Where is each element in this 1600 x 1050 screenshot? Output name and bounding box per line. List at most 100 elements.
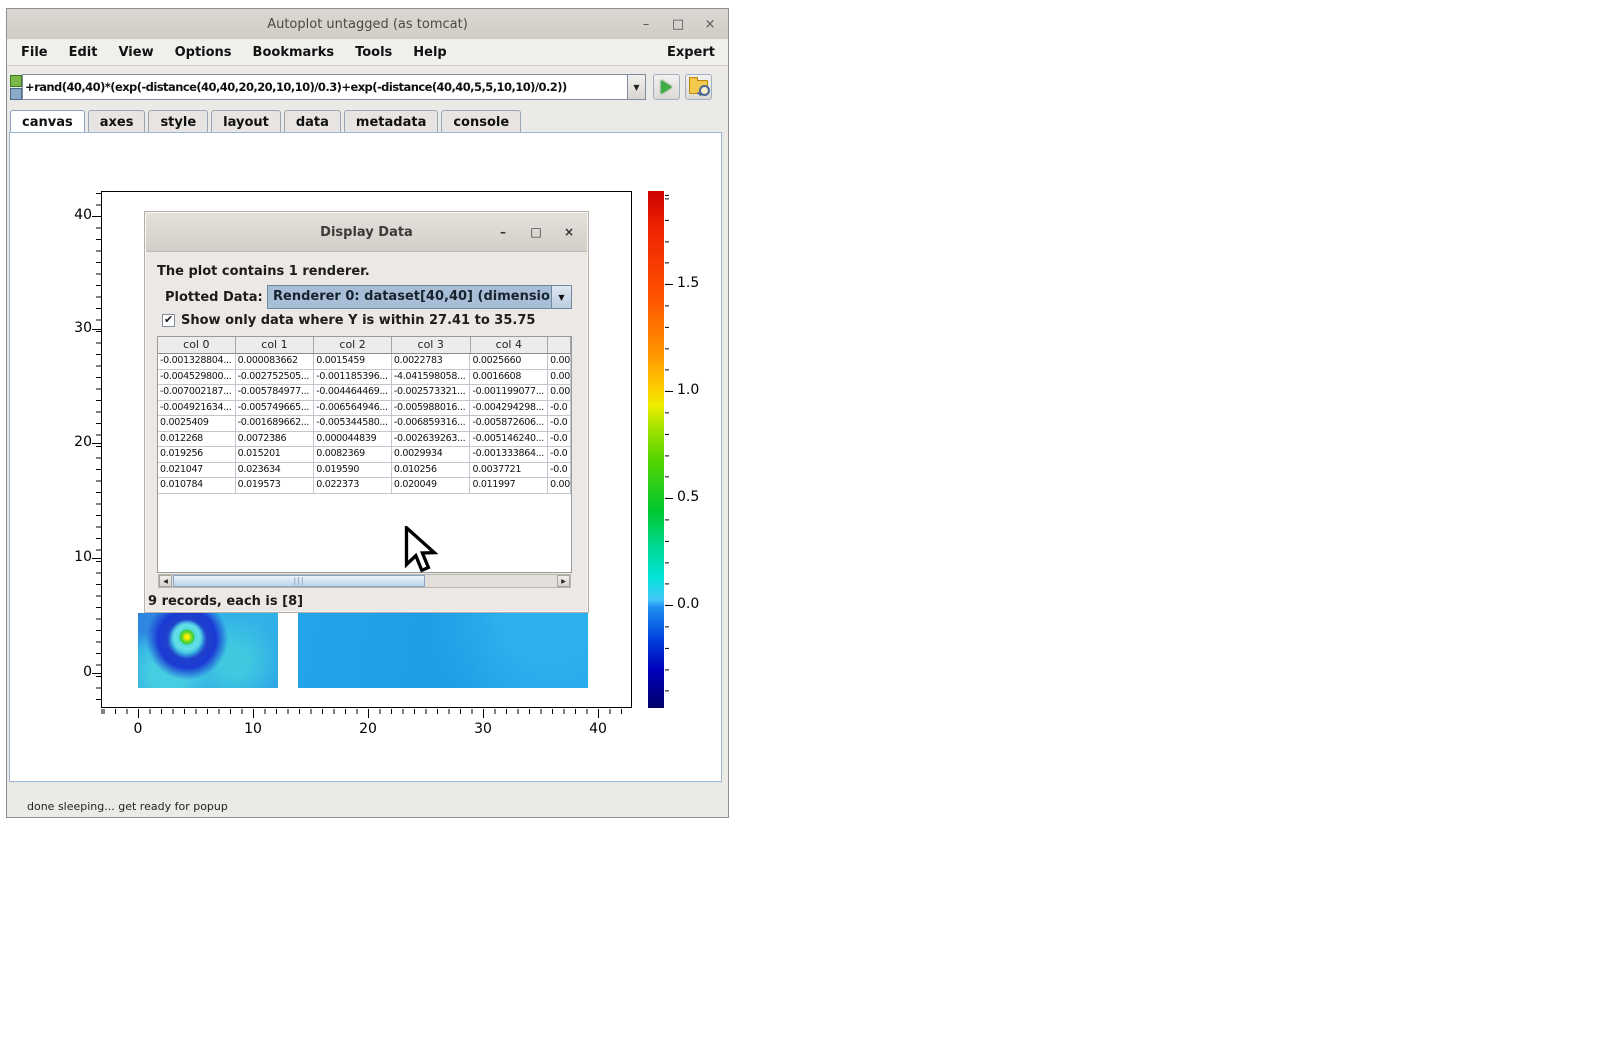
table-cell[interactable]: -0.006859316... — [392, 416, 471, 432]
table-row: 0.0210470.0236340.0195900.0102560.003772… — [158, 463, 571, 479]
menu-item-bookmarks[interactable]: Bookmarks — [253, 45, 335, 60]
table-cell[interactable]: 0.019590 — [314, 463, 392, 479]
dialog-minimize-icon[interactable]: – — [496, 225, 510, 239]
table-cell[interactable]: -0.001333864... — [470, 447, 548, 463]
table-cell[interactable]: -0.005146240... — [470, 432, 548, 448]
table-cell[interactable]: -0.004529800... — [158, 370, 236, 386]
records-summary: 9 records, each is [8] — [148, 594, 303, 609]
table-cell[interactable]: -0.006564946... — [314, 401, 392, 417]
table-cell[interactable]: 0.019573 — [236, 478, 315, 494]
minimize-icon[interactable]: – — [638, 17, 654, 32]
table-cell[interactable]: -0.001185396... — [314, 370, 392, 386]
dialog-title-bar[interactable]: Display Data – □ × — [146, 213, 587, 252]
table-cell[interactable]: 0.00 — [548, 478, 571, 494]
table-cell[interactable]: -4.041598058... — [392, 370, 471, 386]
menu-item-edit[interactable]: Edit — [69, 45, 98, 60]
table-cell[interactable]: -0.001199077... — [470, 385, 548, 401]
table-cell[interactable]: 0.012268 — [158, 432, 236, 448]
scroll-left-icon[interactable]: ◀ — [159, 575, 172, 587]
table-cell[interactable]: -0.004464469... — [314, 385, 392, 401]
tab-axes[interactable]: axes — [88, 110, 146, 133]
uri-input[interactable] — [25, 75, 625, 99]
dialog-close-icon[interactable]: × — [562, 225, 576, 239]
maximize-icon[interactable]: □ — [670, 17, 686, 32]
table-cell[interactable]: 0.019256 — [158, 447, 236, 463]
table-cell[interactable]: -0.007002187... — [158, 385, 236, 401]
tab-metadata[interactable]: metadata — [344, 110, 438, 133]
table-cell[interactable]: 0.0037721 — [470, 463, 548, 479]
table-cell[interactable]: -0.001328804... — [158, 354, 236, 370]
plotted-data-combobox[interactable]: Renderer 0: dataset[40,40] (dimension...… — [267, 285, 572, 309]
scroll-right-icon[interactable]: ▶ — [557, 575, 570, 587]
scrollbar-thumb[interactable]: ||| — [173, 575, 425, 587]
table-cell[interactable]: 0.0025409 — [158, 416, 236, 432]
tab-data[interactable]: data — [284, 110, 341, 133]
menu-item-tools[interactable]: Tools — [355, 45, 392, 60]
tab-style[interactable]: style — [148, 110, 208, 133]
plot-element-icon[interactable] — [10, 75, 22, 87]
menu-item-view[interactable]: View — [118, 45, 153, 60]
table-cell[interactable]: 0.000044839 — [314, 432, 392, 448]
table-cell[interactable]: 0.021047 — [158, 463, 236, 479]
table-cell[interactable]: 0.00 — [548, 385, 571, 401]
table-header-cell[interactable]: col 3 — [392, 337, 471, 353]
table-cell[interactable]: 0.00 — [548, 354, 571, 370]
title-bar[interactable]: Autoplot untagged (as tomcat) – □ × — [7, 9, 728, 39]
expert-toggle[interactable]: Expert — [667, 45, 715, 60]
table-cell[interactable]: 0.0072386 — [236, 432, 315, 448]
table-header-cell[interactable]: col 2 — [314, 337, 392, 353]
dialog-maximize-icon[interactable]: □ — [529, 225, 543, 239]
table-cell[interactable]: -0.0 — [548, 447, 571, 463]
table-cell[interactable]: -0.005872606... — [470, 416, 548, 432]
table-cell[interactable]: 0.011997 — [470, 478, 548, 494]
table-header-cell[interactable] — [548, 337, 571, 353]
horizontal-scrollbar[interactable]: ◀ ||| ▶ — [158, 574, 571, 588]
table-header-cell[interactable]: col 4 — [471, 337, 549, 353]
table-cell[interactable]: -0.0 — [548, 401, 571, 417]
table-cell[interactable]: -0.005988016... — [392, 401, 471, 417]
table-cell[interactable]: -0.005749665... — [236, 401, 315, 417]
table-cell[interactable]: 0.00 — [548, 370, 571, 386]
x-tick-label: 30 — [465, 721, 501, 737]
menu-item-help[interactable]: Help — [413, 45, 446, 60]
table-cell[interactable]: 0.010784 — [158, 478, 236, 494]
close-icon[interactable]: × — [702, 17, 718, 32]
table-cell[interactable]: -0.0 — [548, 463, 571, 479]
table-cell[interactable]: 0.010256 — [392, 463, 471, 479]
table-cell[interactable]: 0.023634 — [236, 463, 315, 479]
table-header-cell[interactable]: col 0 — [158, 337, 236, 353]
table-cell[interactable]: 0.0022783 — [392, 354, 471, 370]
colorbar[interactable] — [648, 191, 664, 708]
table-cell[interactable]: 0.0015459 — [314, 354, 392, 370]
table-cell[interactable]: 0.022373 — [314, 478, 392, 494]
tab-layout[interactable]: layout — [211, 110, 281, 133]
table-cell[interactable]: -0.001689662... — [236, 416, 315, 432]
table-cell[interactable]: -0.0 — [548, 432, 571, 448]
tab-canvas[interactable]: canvas — [10, 110, 85, 134]
table-cell[interactable]: 0.0082369 — [314, 447, 392, 463]
table-header-cell[interactable]: col 1 — [236, 337, 315, 353]
table-cell[interactable]: 0.0016608 — [470, 370, 548, 386]
combobox-arrow-button[interactable]: ▼ — [551, 286, 571, 308]
table-cell[interactable]: 0.0029934 — [392, 447, 471, 463]
data-source-icon[interactable] — [10, 88, 22, 100]
table-cell[interactable]: -0.005344580... — [314, 416, 392, 432]
table-cell[interactable]: 0.015201 — [236, 447, 315, 463]
table-cell[interactable]: -0.002639263... — [392, 432, 471, 448]
inspect-uri-button[interactable] — [685, 74, 712, 100]
table-cell[interactable]: 0.020049 — [392, 478, 471, 494]
table-cell[interactable]: -0.005784977... — [236, 385, 315, 401]
table-cell[interactable]: -0.002752505... — [236, 370, 315, 386]
uri-dropdown-button[interactable]: ▼ — [627, 74, 646, 100]
menu-item-options[interactable]: Options — [175, 45, 232, 60]
table-cell[interactable]: 0.0025660 — [470, 354, 548, 370]
filter-checkbox[interactable]: ✔ — [162, 314, 175, 327]
tab-console[interactable]: console — [441, 110, 521, 133]
table-cell[interactable]: 0.000083662 — [236, 354, 315, 370]
go-button[interactable] — [653, 74, 680, 100]
table-cell[interactable]: -0.004921634... — [158, 401, 236, 417]
table-cell[interactable]: -0.004294298... — [470, 401, 548, 417]
menu-item-file[interactable]: File — [21, 45, 48, 60]
table-cell[interactable]: -0.0 — [548, 416, 571, 432]
table-cell[interactable]: -0.002573321... — [392, 385, 471, 401]
